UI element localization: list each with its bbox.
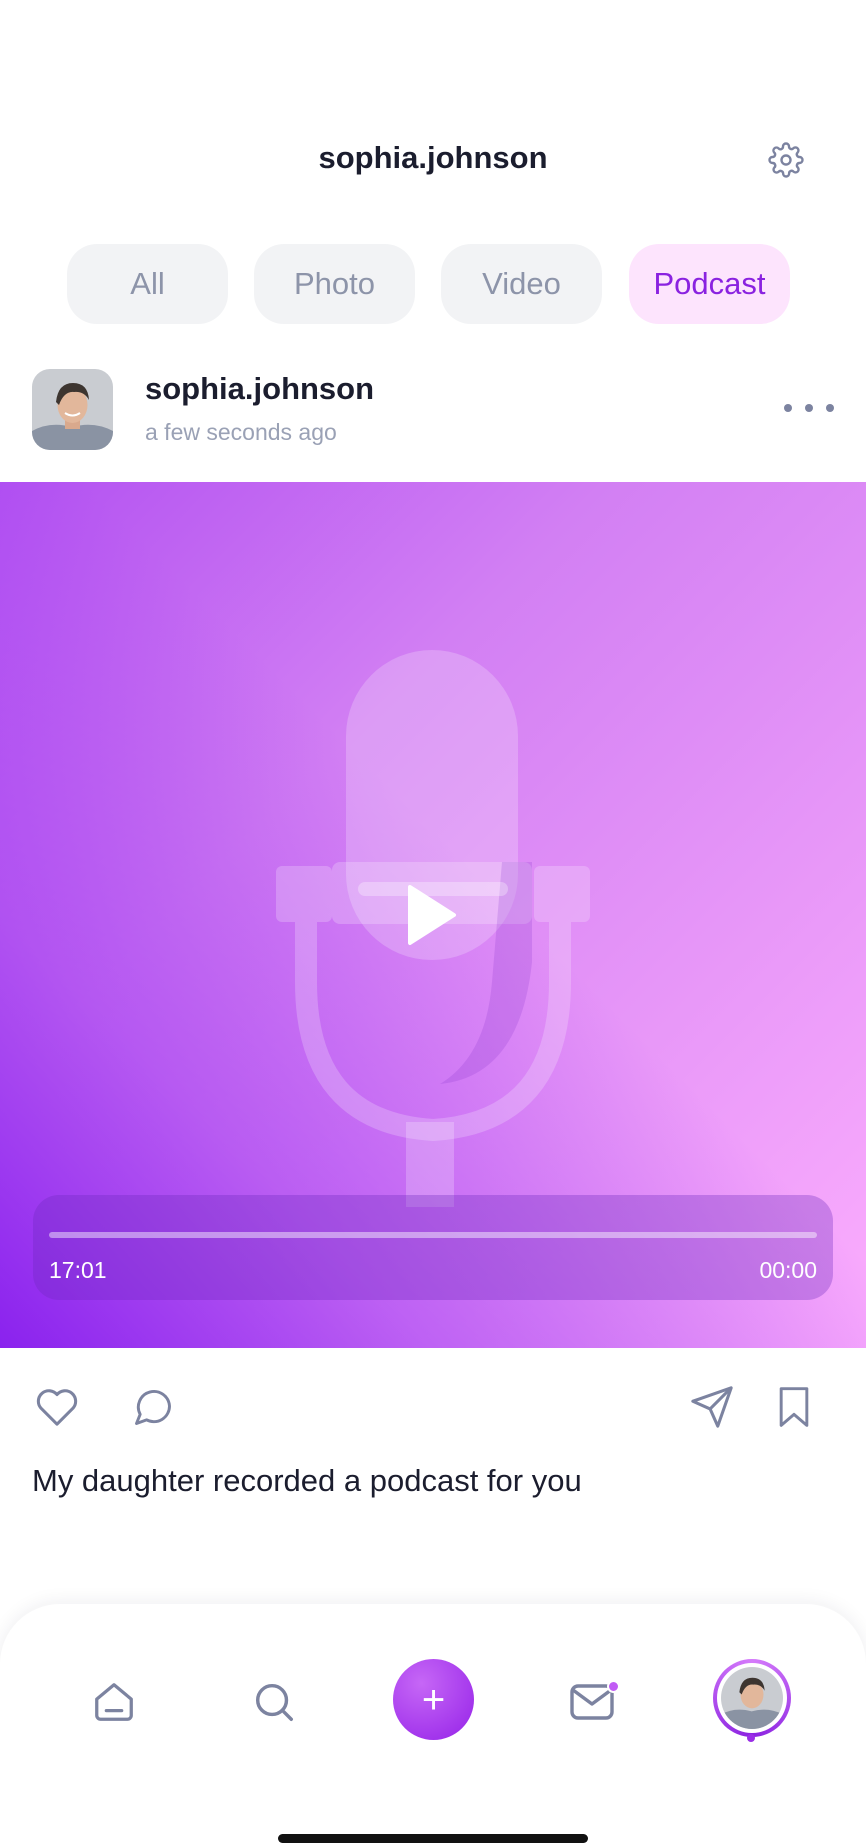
more-options-button[interactable] bbox=[784, 393, 834, 423]
podcast-media[interactable]: 17:01 00:00 bbox=[0, 482, 866, 1348]
notification-badge bbox=[607, 1680, 620, 1693]
gear-icon bbox=[768, 142, 804, 178]
tab-podcast[interactable]: Podcast bbox=[629, 244, 790, 324]
nav-home[interactable] bbox=[84, 1672, 144, 1732]
share-button[interactable] bbox=[687, 1382, 737, 1432]
heart-icon bbox=[36, 1389, 78, 1426]
filter-tabs: All Photo Video Podcast bbox=[67, 244, 790, 324]
post-username[interactable]: sophia.johnson bbox=[145, 371, 374, 407]
plus-icon: + bbox=[421, 1677, 446, 1722]
comment-icon bbox=[135, 1390, 171, 1425]
post-header: sophia.johnson a few seconds ago bbox=[32, 369, 834, 450]
elapsed-time: 17:01 bbox=[49, 1257, 107, 1283]
dot bbox=[826, 404, 834, 412]
comment-button[interactable] bbox=[128, 1382, 178, 1432]
bookmark-button[interactable] bbox=[769, 1382, 819, 1432]
dot bbox=[805, 404, 813, 412]
post-timestamp: a few seconds ago bbox=[145, 419, 337, 445]
home-indicator bbox=[278, 1834, 588, 1843]
search-icon bbox=[255, 1683, 293, 1721]
tab-video[interactable]: Video bbox=[441, 244, 602, 324]
audio-player: 17:01 00:00 bbox=[33, 1195, 833, 1300]
play-icon bbox=[408, 885, 456, 945]
page-title: sophia.johnson bbox=[318, 140, 548, 175]
remaining-time: 00:00 bbox=[759, 1257, 817, 1283]
tab-photo[interactable]: Photo bbox=[254, 244, 415, 324]
nav-profile[interactable] bbox=[713, 1659, 791, 1737]
send-icon bbox=[691, 1386, 733, 1428]
dot bbox=[784, 404, 792, 412]
create-post-button[interactable]: + bbox=[393, 1659, 474, 1740]
settings-button[interactable] bbox=[766, 140, 806, 180]
active-indicator bbox=[747, 1734, 755, 1742]
play-button[interactable] bbox=[395, 880, 465, 950]
bottom-nav: + bbox=[0, 1604, 866, 1844]
avatar-photo bbox=[32, 369, 113, 450]
bookmark-icon bbox=[779, 1387, 809, 1427]
progress-track[interactable] bbox=[49, 1232, 817, 1238]
home-icon bbox=[95, 1683, 133, 1721]
like-button[interactable] bbox=[32, 1382, 82, 1432]
tab-all[interactable]: All bbox=[67, 244, 228, 324]
nav-search[interactable] bbox=[244, 1672, 304, 1732]
post-actions bbox=[32, 1382, 812, 1432]
profile-avatar bbox=[721, 1667, 783, 1729]
post-caption: My daughter recorded a podcast for you bbox=[32, 1463, 582, 1498]
avatar[interactable] bbox=[32, 369, 113, 450]
